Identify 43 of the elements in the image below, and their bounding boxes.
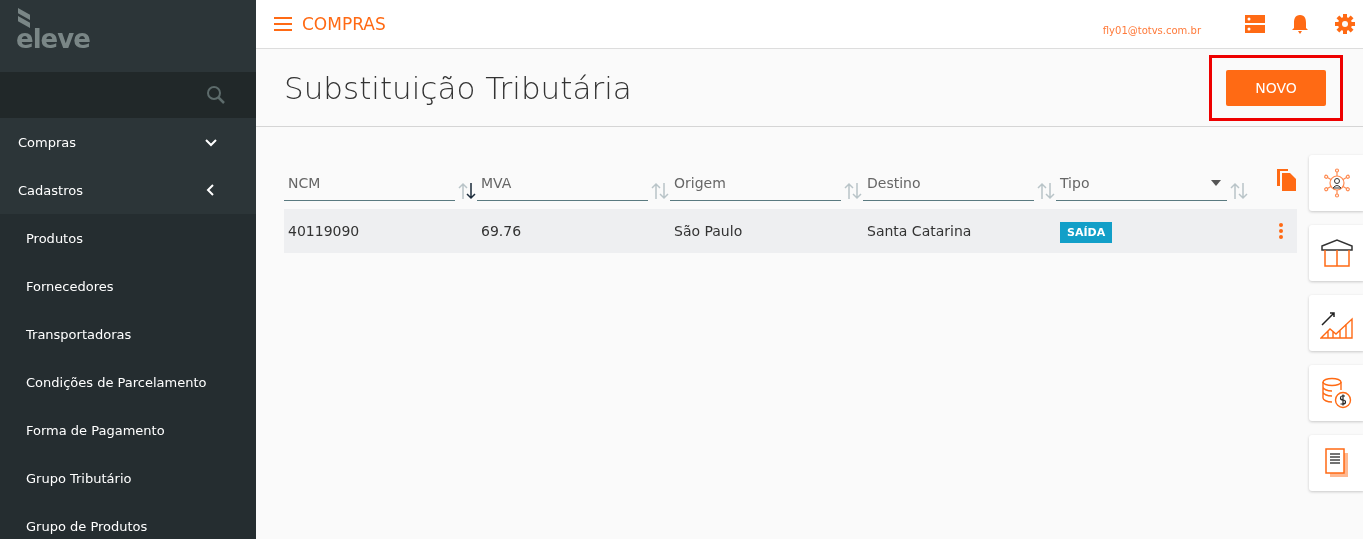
column-filter-field[interactable]: MVA xyxy=(477,175,648,201)
type-badge: SAÍDA xyxy=(1060,222,1113,243)
copy-icon[interactable] xyxy=(1277,169,1297,191)
sort-icon[interactable] xyxy=(457,181,477,201)
table-row[interactable]: 40119090 69.76 São Paulo Santa Catarina SAÍDA xyxy=(284,209,1297,253)
sidebar-subitem[interactable]: Condições de Parcelamento xyxy=(0,358,256,406)
network-shortcut[interactable] xyxy=(1309,155,1363,211)
table-cell-text: 69.76 xyxy=(480,223,523,239)
column-filter-field[interactable]: Destino xyxy=(863,175,1034,201)
sidebar-item[interactable]: Compras xyxy=(0,118,256,166)
network-person-icon xyxy=(1322,168,1352,198)
coins-icon xyxy=(1321,377,1353,409)
bell-icon[interactable] xyxy=(1291,14,1309,34)
table-cell-text: Santa Catarina xyxy=(866,223,973,239)
documents-shortcut[interactable] xyxy=(1309,435,1363,491)
coins-shortcut[interactable] xyxy=(1309,365,1363,421)
more-icon[interactable] xyxy=(1279,223,1283,239)
logo-icon xyxy=(18,8,30,28)
sidebar-subitem[interactable]: Fornecedores xyxy=(0,262,256,310)
page-title: Substituição Tributária xyxy=(284,69,632,106)
sidebar-subitem[interactable]: Transportadoras xyxy=(0,310,256,358)
search-icon[interactable] xyxy=(206,85,226,105)
menu-icon[interactable] xyxy=(274,17,292,31)
server-icon[interactable] xyxy=(1245,15,1265,33)
column-filter-field[interactable]: Tipo xyxy=(1056,175,1227,201)
table-cell-text: São Paulo xyxy=(673,223,744,239)
settings-icon[interactable] xyxy=(1335,14,1355,34)
module-title: COMPRAS xyxy=(302,14,386,34)
column-filter-field[interactable]: Origem xyxy=(670,175,841,201)
sidebar-subitem[interactable]: Grupo de Produtos xyxy=(0,502,256,539)
column-filter-field[interactable]: NCM xyxy=(284,175,455,201)
table-cell-text: 40119090 xyxy=(287,223,361,239)
growth-shortcut[interactable] xyxy=(1309,295,1363,351)
logo: eleve xyxy=(16,24,90,54)
sidebar-subitem[interactable]: Produtos xyxy=(0,214,256,262)
documents-icon xyxy=(1324,447,1350,479)
sidebar-subitem[interactable]: Forma de Pagamento xyxy=(0,406,256,454)
dropdown-icon xyxy=(1211,180,1221,186)
sidebar-item[interactable]: Cadastros xyxy=(0,166,256,214)
sidebar-subitem[interactable]: Grupo Tributário xyxy=(0,454,256,502)
user-email: fly01@totvs.com.br xyxy=(1102,24,1201,36)
box-shortcut[interactable] xyxy=(1309,225,1363,281)
box-icon xyxy=(1321,238,1353,268)
